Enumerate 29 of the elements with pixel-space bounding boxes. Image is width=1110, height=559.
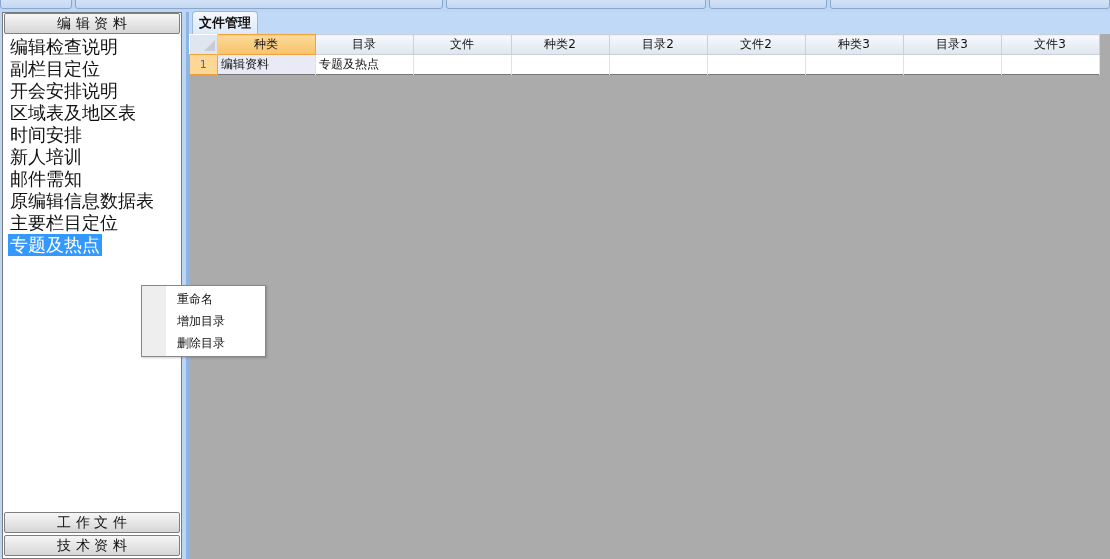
corner-triangle-icon (203, 40, 215, 51)
section-button[interactable]: 工 作 文 件 (4, 512, 180, 533)
column-header[interactable]: 种类 (217, 34, 315, 55)
table-cell: 专题及热点 (315, 54, 413, 75)
list-item[interactable]: 开会安排说明 (8, 80, 120, 102)
column-header[interactable]: 目录 (315, 34, 413, 55)
list-item[interactable]: 编辑检查说明 (8, 36, 120, 58)
list-item[interactable]: 邮件需知 (8, 168, 84, 190)
column-header[interactable]: 文件2 (707, 34, 805, 55)
column-header[interactable]: 种类3 (805, 34, 903, 55)
section-button[interactable]: 编 辑 资 料 (4, 13, 180, 34)
list-item[interactable]: 主要栏目定位 (8, 212, 120, 234)
tab[interactable]: 文件管理 (192, 11, 258, 34)
column-header[interactable]: 种类2 (511, 34, 609, 55)
list-item[interactable]: 新人培训 (8, 146, 84, 168)
column-header[interactable]: 目录2 (609, 34, 707, 55)
list-item[interactable]: 副栏目定位 (8, 58, 102, 80)
column-header[interactable]: 目录3 (903, 34, 1001, 55)
list-item[interactable]: 原编辑信息数据表 (8, 190, 156, 212)
column-header[interactable]: 文件 (413, 34, 511, 55)
row-header[interactable]: 1 (189, 54, 217, 75)
menu-item[interactable]: 重命名 (142, 288, 265, 310)
column-header[interactable]: 文件3 (1001, 34, 1099, 55)
section-button[interactable]: 技 术 资 料 (4, 535, 180, 556)
list-item[interactable]: 区域表及地区表 (8, 102, 138, 124)
list-item[interactable]: 时间安排 (8, 124, 84, 146)
menu-item[interactable]: 删除目录 (142, 332, 265, 354)
select-all-corner[interactable] (189, 34, 217, 55)
menu-item[interactable]: 增加目录 (142, 310, 265, 332)
